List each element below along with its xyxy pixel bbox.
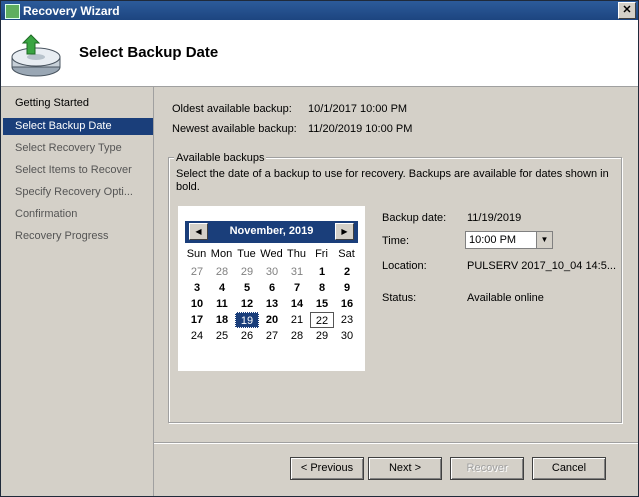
calendar-day[interactable]: 1 [310,264,334,280]
next-month-icon[interactable]: ▶ [335,223,354,240]
calendar-day[interactable]: 30 [335,328,359,344]
step-select-backup-date[interactable]: Select Backup Date [3,118,153,135]
previous-button[interactable]: < Previous [290,457,364,480]
calendar-day[interactable]: 27 [185,264,209,280]
weekday-header: Tue [237,248,256,260]
backup-calendar[interactable]: November, 2019 ◀ ▶ Sun Mon Tue Wed Thu Fri Sat… [178,206,365,371]
step-recovery-progress: Recovery Progress [15,230,109,242]
calendar-day[interactable]: 5 [235,280,259,296]
calendar-day[interactable]: 3 [185,280,209,296]
calendar-day[interactable]: 7 [285,280,309,296]
step-confirmation: Confirmation [15,208,78,220]
calendar-day[interactable]: 27 [260,328,284,344]
calendar-day[interactable]: 16 [335,296,359,312]
backup-recovery-icon [11,34,61,77]
calendar-day[interactable]: 12 [235,296,259,312]
calendar-day[interactable]: 23 [335,312,359,328]
app-icon [5,4,20,19]
cancel-button[interactable]: Cancel [532,457,606,480]
calendar-day[interactable]: 4 [210,280,234,296]
available-backups-title: Available backups [174,152,267,164]
backup-date-label: Backup date: [382,212,447,224]
status-value: Available online [467,292,544,304]
calendar-day[interactable]: 29 [235,264,259,280]
wizard-content: Oldest available backup: 10/1/2017 10:00… [154,87,638,496]
calendar-day[interactable]: 26 [235,328,259,344]
calendar-day[interactable]: 30 [260,264,284,280]
title-bar[interactable]: Recovery Wizard ✕ [1,1,638,20]
weekday-header: Thu [287,248,306,260]
calendar-day[interactable]: 11 [210,296,234,312]
calendar-day[interactable]: 29 [310,328,334,344]
available-backups-description: Select the date of a backup to use for r… [176,168,609,193]
calendar-month-label: November, 2019 [229,225,314,237]
calendar-day[interactable]: 10 [185,296,209,312]
weekday-header: Mon [210,248,233,260]
time-dropdown[interactable]: 10:00 PM ▼ [465,231,553,249]
calendar-day[interactable]: 21 [285,312,309,328]
calendar-day[interactable]: 6 [260,280,284,296]
wizard-header: Select Backup Date [1,20,638,87]
newest-backup-value: 11/20/2019 10:00 PM [308,123,413,135]
calendar-day[interactable]: 8 [310,280,334,296]
calendar-day[interactable]: 31 [285,264,309,280]
newest-backup-label: Newest available backup: [172,123,297,135]
status-label: Status: [382,292,417,304]
calendar-day[interactable]: 14 [285,296,309,312]
window-title: Recovery Wizard [23,4,120,18]
weekday-header: Fri [315,248,328,260]
calendar-header: November, 2019 ◀ ▶ [185,221,358,243]
calendar-day[interactable]: 18 [210,312,234,328]
location-value: PULSERV 2017_10_04 14:5... [467,260,617,272]
calendar-day[interactable]: 15 [310,296,334,312]
footer-divider [154,442,638,444]
wizard-steps-sidebar: Getting Started Select Backup Date Selec… [1,87,154,496]
weekday-header: Sun [186,248,207,260]
oldest-backup-value: 10/1/2017 10:00 PM [308,103,408,115]
next-button[interactable]: Next > [368,457,442,480]
calendar-day-today[interactable]: 22 [310,312,334,328]
chevron-down-icon[interactable]: ▼ [536,232,552,248]
calendar-day[interactable]: 2 [335,264,359,280]
location-label: Location: [382,260,427,272]
calendar-day[interactable]: 13 [260,296,284,312]
step-select-recovery-type: Select Recovery Type [15,142,122,154]
backup-date-value: 11/19/2019 [467,212,522,224]
calendar-day[interactable]: 25 [210,328,234,344]
calendar-day[interactable]: 28 [285,328,309,344]
calendar-day[interactable]: 24 [185,328,209,344]
step-getting-started[interactable]: Getting Started [3,95,153,112]
calendar-day[interactable]: 17 [185,312,209,328]
step-select-items-to-recover: Select Items to Recover [15,164,132,176]
recovery-wizard-window: Recovery Wizard ✕ Select Backup Date Get… [0,0,639,497]
weekday-header: Wed [260,248,283,260]
calendar-day[interactable]: 28 [210,264,234,280]
recover-button: Recover [450,457,524,480]
page-title: Select Backup Date [79,44,219,61]
calendar-day[interactable]: 9 [335,280,359,296]
weekday-header: Sat [338,248,355,260]
calendar-day[interactable]: 20 [260,312,284,328]
time-label: Time: [382,235,410,247]
step-specify-recovery-options: Specify Recovery Opti... [15,186,133,198]
oldest-backup-label: Oldest available backup: [172,103,292,115]
close-icon[interactable]: ✕ [618,2,636,19]
calendar-day-selected[interactable]: 19 [235,312,259,328]
time-dropdown-value: 10:00 PM [469,234,517,246]
previous-month-icon[interactable]: ◀ [189,223,208,240]
